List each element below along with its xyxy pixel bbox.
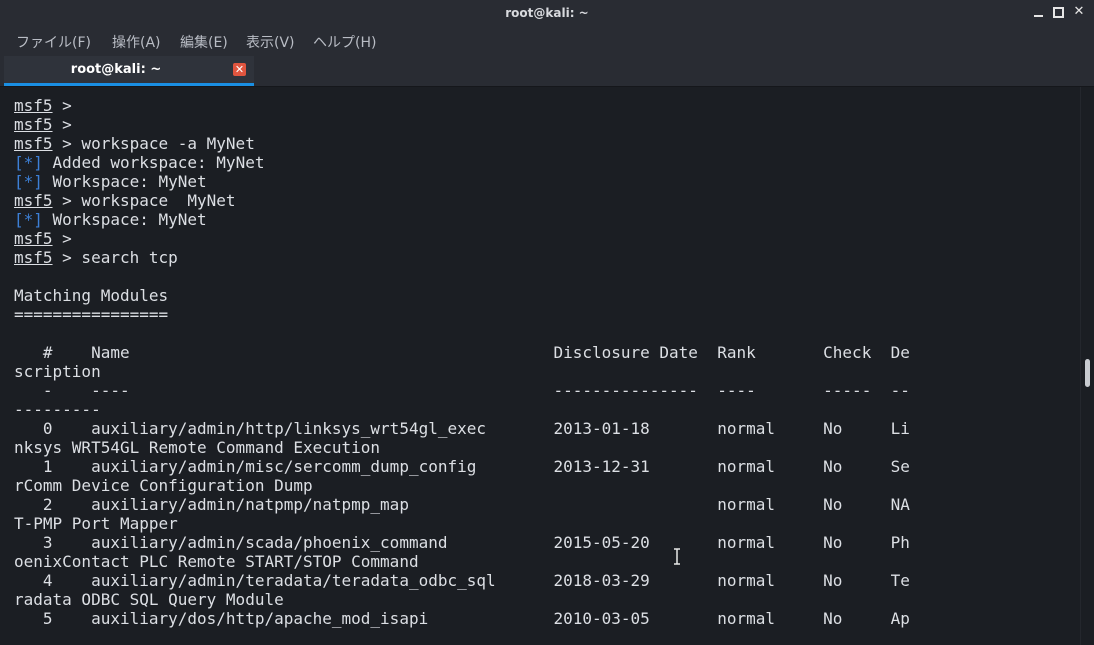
terminal-line: nksys WRT54GL Remote Command Execution (14, 438, 910, 457)
terminal-line: 4 auxiliary/admin/teradata/teradata_odbc… (14, 571, 910, 590)
terminal-line: [*] Added workspace: MyNet (14, 153, 910, 172)
terminal-line: 0 auxiliary/admin/http/linksys_wrt54gl_e… (14, 419, 910, 438)
terminal-line: radata ODBC SQL Query Module (14, 590, 910, 609)
line-text: scription (14, 362, 101, 381)
terminal-line: 3 auxiliary/admin/scada/phoenix_command … (14, 533, 910, 552)
info-marker: [*] (14, 210, 43, 229)
prompt-label: msf5 (14, 191, 53, 210)
title-bar[interactable]: root@kali: ~ ✕ (0, 0, 1094, 26)
line-text: oenixContact PLC Remote START/STOP Comma… (14, 552, 419, 571)
line-text: rComm Device Configuration Dump (14, 476, 313, 495)
line-text: > workspace -a MyNet (52, 134, 255, 153)
line-text: nksys WRT54GL Remote Command Execution (14, 438, 381, 457)
scrollbar-thumb[interactable] (1085, 359, 1090, 387)
terminal-line: scription (14, 362, 910, 381)
terminal-line: ================ (14, 305, 910, 324)
menu-view[interactable]: 表示(V) (246, 32, 295, 52)
terminal-line: Matching Modules (14, 286, 910, 305)
line-text: > workspace MyNet (52, 191, 236, 210)
close-button[interactable]: ✕ (1071, 4, 1087, 20)
line-text: 4 auxiliary/admin/teradata/teradata_odbc… (14, 571, 910, 590)
terminal-window: root@kali: ~ ✕ ファイル(F) 操作(A) 編集(E) 表示(V)… (0, 0, 1094, 645)
close-icon: ✕ (1073, 4, 1085, 19)
terminal-line: --------- (14, 400, 910, 419)
terminal-line: msf5 > (14, 229, 910, 248)
menu-edit[interactable]: 編集(E) (180, 32, 228, 52)
terminal-line: rComm Device Configuration Dump (14, 476, 910, 495)
terminal-line: [*] Workspace: MyNet (14, 172, 910, 191)
line-text: 0 auxiliary/admin/http/linksys_wrt54gl_e… (14, 419, 910, 438)
terminal-line: msf5 > (14, 96, 910, 115)
line-text: 5 auxiliary/dos/http/apache_mod_isapi 20… (14, 609, 910, 628)
scrollbar[interactable] (1080, 87, 1094, 645)
prompt-label: msf5 (14, 96, 53, 115)
line-text: > search tcp (52, 248, 178, 267)
terminal-line: [*] Workspace: MyNet (14, 210, 910, 229)
info-marker: [*] (14, 153, 43, 172)
line-text: 3 auxiliary/admin/scada/phoenix_command … (14, 533, 910, 552)
terminal-line: msf5 > workspace MyNet (14, 191, 910, 210)
line-text: Added workspace: MyNet (42, 153, 265, 172)
terminal-line: msf5 > (14, 115, 910, 134)
menu-bar: ファイル(F) 操作(A) 編集(E) 表示(V) ヘルプ(H) (0, 26, 1094, 56)
line-text: - ---- --------------- ---- ----- -- (14, 381, 910, 400)
prompt-label: msf5 (14, 229, 53, 248)
line-text: # Name Disclosure Date Rank Check De (14, 343, 910, 362)
menu-file[interactable]: ファイル(F) (16, 32, 91, 52)
line-text: T-PMP Port Mapper (14, 514, 178, 533)
tab-close-icon[interactable]: ✕ (233, 63, 246, 76)
terminal-line: # Name Disclosure Date Rank Check De (14, 343, 910, 362)
line-text: > (52, 115, 72, 134)
terminal-line: 5 auxiliary/dos/http/apache_mod_isapi 20… (14, 609, 910, 628)
minimize-icon (1034, 15, 1043, 17)
prompt-label: msf5 (14, 115, 53, 134)
prompt-label: msf5 (14, 248, 53, 267)
prompt-label: msf5 (14, 134, 53, 153)
line-text: > (52, 96, 72, 115)
terminal-line: 2 auxiliary/admin/natpmp/natpmp_map norm… (14, 495, 910, 514)
maximize-icon (1053, 7, 1064, 18)
line-text: ================ (14, 305, 169, 324)
tab-root-kali[interactable]: root@kali: ~ ✕ (4, 56, 254, 86)
line-text: --------- (14, 400, 101, 419)
line-text: Workspace: MyNet (42, 210, 207, 229)
terminal-line: oenixContact PLC Remote START/STOP Comma… (14, 552, 910, 571)
line-text: Matching Modules (14, 286, 169, 305)
terminal-line: msf5 > search tcp (14, 248, 910, 267)
terminal-line: T-PMP Port Mapper (14, 514, 910, 533)
tab-bar: root@kali: ~ ✕ (0, 56, 1094, 87)
menu-action[interactable]: 操作(A) (112, 32, 161, 52)
line-text: 2 auxiliary/admin/natpmp/natpmp_map norm… (14, 495, 910, 514)
text-cursor-icon (674, 548, 680, 565)
info-marker: [*] (14, 172, 43, 191)
terminal-lines: msf5 > msf5 > msf5 > workspace -a MyNet [*]… (14, 96, 910, 628)
maximize-button[interactable] (1050, 4, 1066, 20)
terminal-line: 1 auxiliary/admin/misc/sercomm_dump_conf… (14, 457, 910, 476)
terminal-line: - ---- --------------- ---- ----- -- (14, 381, 910, 400)
line-text: > (52, 229, 72, 248)
window-title: root@kali: ~ (505, 6, 589, 20)
terminal-line: msf5 > workspace -a MyNet (14, 134, 910, 153)
minimize-button[interactable] (1031, 4, 1047, 20)
line-text: Workspace: MyNet (42, 172, 207, 191)
terminal-output[interactable]: msf5 > msf5 > msf5 > workspace -a MyNet [*]… (0, 87, 1080, 645)
active-tab-indicator (4, 83, 254, 86)
line-text: radata ODBC SQL Query Module (14, 590, 284, 609)
menu-help[interactable]: ヘルプ(H) (313, 32, 376, 52)
line-text: 1 auxiliary/admin/misc/sercomm_dump_conf… (14, 457, 910, 476)
tab-label: root@kali: ~ (70, 62, 162, 77)
